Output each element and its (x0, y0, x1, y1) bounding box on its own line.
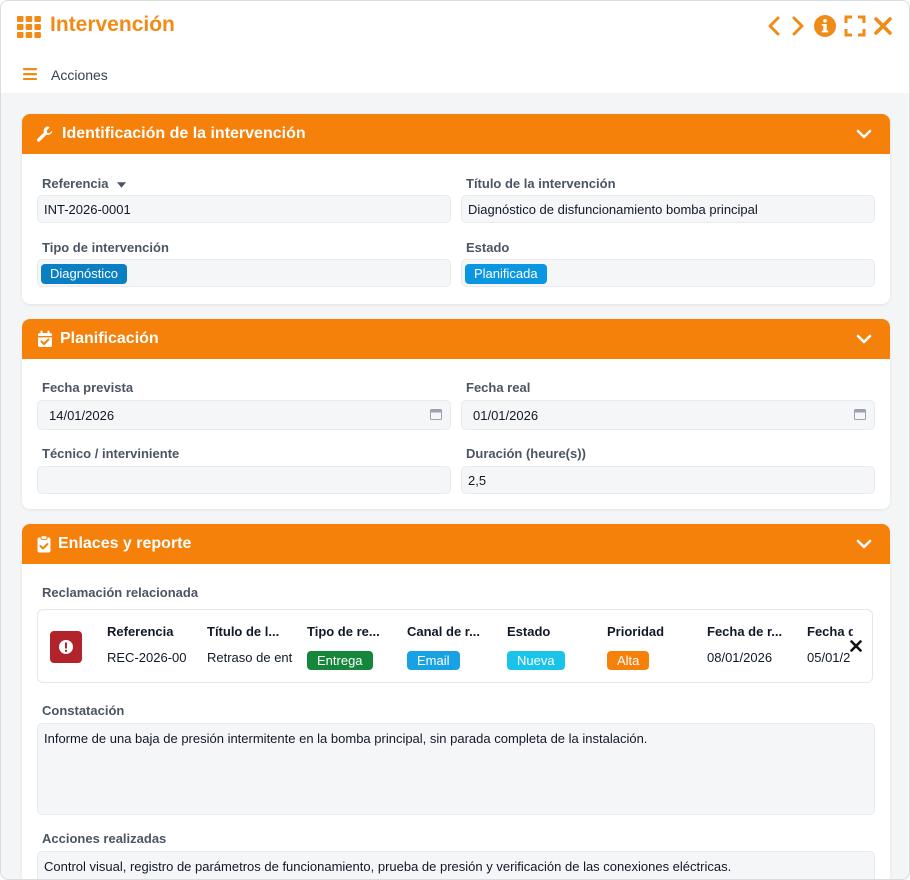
reference-label-text: Referencia (42, 176, 109, 191)
remove-link-icon[interactable] (850, 640, 862, 652)
wrench-icon (36, 126, 53, 142)
title-label: Título de la intervención (466, 176, 616, 191)
status-label: Estado (466, 240, 510, 255)
type-badge: Diagnóstico (41, 264, 127, 284)
actual-date-field[interactable]: 01/01/2026 (461, 400, 875, 430)
observation-textarea[interactable]: Informe de una baja de presión intermite… (37, 723, 875, 815)
caret-down-icon[interactable] (117, 181, 127, 188)
reference-field[interactable]: INT-2026-0001 (37, 195, 451, 223)
actions-done-label: Acciones realizadas (42, 831, 167, 846)
section-title: Identificación de la intervención (62, 125, 306, 142)
calendar-check-icon (38, 330, 52, 347)
column-header-reference: Referencia (107, 624, 174, 639)
fullscreen-icon[interactable] (843, 14, 867, 38)
chevron-down-icon[interactable] (856, 332, 872, 346)
actions-menu[interactable]: Acciones (51, 67, 108, 83)
section-title: Enlaces y reporte (58, 535, 192, 552)
column-header-channel: Canal de r... (407, 624, 480, 639)
claim-status-badge: Nueva (507, 651, 565, 670)
grid-icon[interactable] (17, 16, 41, 38)
column-header-type: Tipo de re... (307, 624, 380, 639)
claim-date: 08/01/2026 (707, 650, 773, 665)
type-field[interactable]: Diagnóstico (37, 259, 451, 287)
claim-title: Retraso de ent (207, 650, 293, 665)
calendar-icon[interactable] (430, 408, 442, 420)
reference-label: Referencia (42, 176, 127, 191)
chevron-left-icon[interactable] (763, 14, 787, 38)
identification-section: Identificación de la intervención Refere… (22, 114, 890, 304)
links-report-section: Enlaces y reporte Reclamación relacionad… (22, 524, 890, 879)
observation-label: Constatación (42, 703, 125, 718)
calendar-icon[interactable] (854, 408, 866, 420)
chevron-down-icon[interactable] (856, 537, 872, 551)
planned-date-value: 14/01/2026 (49, 408, 115, 423)
actual-date-label: Fecha real (466, 380, 531, 395)
column-header-priority: Prioridad (607, 624, 665, 639)
claim-date-2: 05/01/2 (807, 650, 851, 665)
chevron-down-icon[interactable] (856, 127, 872, 141)
actual-date-value: 01/01/2026 (473, 408, 539, 423)
column-header-title: Título de l... (207, 624, 280, 639)
close-icon[interactable] (871, 14, 895, 38)
menu-icon[interactable] (23, 68, 37, 80)
section-title: Planificación (60, 330, 159, 347)
actions-bar: Acciones (1, 53, 909, 93)
planned-date-label: Fecha prevista (42, 380, 134, 395)
status-field[interactable]: Planificada (461, 259, 875, 287)
links-report-section-header[interactable]: Enlaces y reporte (22, 524, 890, 564)
duration-field[interactable]: 2,5 (461, 466, 875, 494)
intervention-window: Intervención Acciones Identificación de … (0, 0, 910, 880)
technician-field[interactable] (37, 466, 451, 494)
clipboard-check-icon (37, 535, 51, 553)
alert-icon (50, 631, 82, 663)
related-claim-card[interactable]: Referencia Título de l... Tipo de re... … (37, 609, 873, 683)
claim-type-badge: Entrega (307, 651, 373, 670)
planning-section-header[interactable]: Planificación (22, 319, 890, 359)
title-field[interactable]: Diagnóstico de disfuncionamiento bomba p… (461, 195, 875, 223)
column-header-status: Estado (507, 624, 551, 639)
planning-section: Planificación Fecha prevista 14/01/2026 … (22, 319, 890, 509)
identification-section-header[interactable]: Identificación de la intervención (22, 114, 890, 154)
type-label: Tipo de intervención (42, 240, 169, 255)
claim-channel-badge: Email (407, 651, 460, 670)
claim-priority-badge: Alta (607, 651, 650, 670)
chevron-right-icon[interactable] (785, 14, 809, 38)
actions-done-textarea[interactable]: Control visual, registro de parámetros d… (37, 851, 875, 879)
planned-date-field[interactable]: 14/01/2026 (37, 400, 451, 430)
duration-label: Duración (heure(s)) (466, 446, 586, 461)
claim-reference: REC-2026-00 (107, 650, 187, 665)
related-claim-label: Reclamación relacionada (42, 585, 199, 600)
window-title: Intervención (50, 13, 175, 36)
status-badge: Planificada (465, 264, 547, 284)
column-header-date-2: Fecha d (807, 624, 853, 639)
title-bar: Intervención (1, 1, 909, 53)
info-icon[interactable] (813, 14, 837, 38)
column-header-date: Fecha de r... (707, 624, 783, 639)
technician-label: Técnico / interviniente (42, 446, 180, 461)
